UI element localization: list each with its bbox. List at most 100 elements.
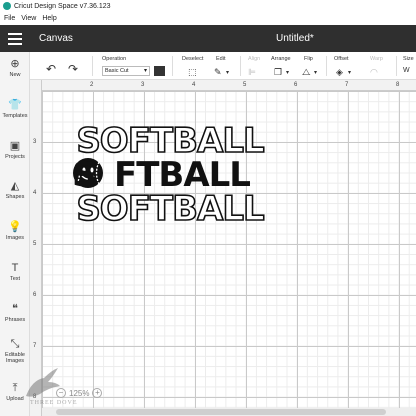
warp-icon[interactable]: ◠	[370, 67, 378, 78]
toolbar-divider	[172, 56, 173, 76]
ruler-tick-label: 4	[192, 82, 196, 88]
align-label: Align	[248, 56, 261, 62]
phrases-icon: ❝	[12, 303, 18, 315]
sidebar-item-projects[interactable]: ▣ Projects	[0, 140, 30, 160]
zoom-out-button[interactable]: −	[56, 388, 66, 398]
document-title[interactable]: Untitled*	[276, 33, 314, 44]
app-header: Canvas Untitled*	[0, 25, 416, 52]
chevron-down-icon: ▾	[143, 68, 147, 74]
arrange-group: Arrange	[271, 56, 291, 64]
size-label: Size	[403, 56, 414, 62]
flip-group: Flip	[304, 56, 313, 64]
sidebar-item-editable-images[interactable]: ⤡ Editable Images	[0, 338, 30, 364]
app-logo-icon	[3, 2, 11, 10]
ruler-tick-label: 4	[33, 190, 37, 196]
arrange-label: Arrange	[271, 56, 291, 62]
window-title: Cricut Design Space v7.36.123	[14, 2, 111, 10]
flip-chevron-icon[interactable]: ▾	[314, 69, 317, 76]
deselect-icon[interactable]: ⬚	[188, 67, 197, 78]
title-bar: Cricut Design Space v7.36.123	[0, 0, 416, 12]
ruler-tick-label: 8	[396, 82, 400, 88]
menu-bar: File View Help	[0, 12, 416, 24]
align-icon[interactable]: ⊫	[248, 67, 256, 78]
editable-images-icon: ⤡	[10, 338, 20, 350]
operation-label: Operation	[102, 56, 127, 62]
ruler-tick-label: 5	[243, 82, 247, 88]
ruler-tick-label: 7	[33, 343, 37, 349]
sidebar-item-shapes[interactable]: ◭ Shapes	[0, 180, 30, 200]
offset-icon[interactable]: ◈	[336, 67, 343, 78]
offset-label: Offset	[334, 56, 349, 62]
toolbar-divider	[326, 56, 327, 76]
text-icon: T	[11, 262, 19, 274]
zoom-controls: − 125% +	[56, 388, 103, 398]
ruler-tick-label: 7	[345, 82, 349, 88]
shapes-icon: ◭	[10, 180, 20, 192]
ruler-tick-label: 5	[33, 241, 37, 247]
hamburger-menu-icon[interactable]	[0, 25, 30, 52]
size-group: Size	[403, 56, 414, 64]
redo-icon[interactable]: ↷	[68, 62, 78, 76]
offset-group: Offset	[334, 56, 349, 64]
sidebar-item-label: Shapes	[5, 194, 25, 200]
warp-group: Warp	[370, 56, 383, 64]
sidebar-item-text[interactable]: T Text	[0, 262, 30, 282]
operation-color-swatch[interactable]	[154, 66, 165, 76]
size-w-icon[interactable]: W	[403, 67, 410, 74]
sidebar-item-templates[interactable]: 👕 Templates	[0, 99, 30, 119]
watermark-text: THREE DOVE	[30, 400, 78, 406]
sidebar-item-label: Templates	[2, 113, 28, 119]
menu-file[interactable]: File	[4, 15, 15, 22]
sidebar-item-new[interactable]: ⊕ New	[0, 58, 30, 78]
horizontal-scrollbar[interactable]	[42, 408, 416, 416]
align-group: Align	[248, 56, 260, 64]
ruler-tick-label: 6	[294, 82, 298, 88]
edit-group: Edit	[216, 56, 225, 64]
horizontal-ruler: 2 3 4 5 6 7 8	[42, 80, 416, 91]
sidebar-item-images[interactable]: 💡 Images	[0, 221, 30, 241]
menu-view[interactable]: View	[21, 15, 36, 22]
sidebar-item-phrases[interactable]: ❝ Phrases	[0, 303, 30, 323]
ruler-tick-label: 3	[141, 82, 145, 88]
deselect-label: Deselect	[182, 56, 204, 62]
toolbar-divider	[240, 56, 241, 76]
softball-design-artwork: SOFTBALL S FTBALL SOFTBALL	[72, 120, 266, 230]
arrange-chevron-icon[interactable]: ▾	[286, 69, 289, 76]
edit-pen-icon[interactable]: ✎	[214, 67, 222, 78]
operation-select[interactable]: Basic Cut ▾	[102, 66, 150, 76]
edit-toolbar: ↶ ↷ Operation Basic Cut ▾ Deselect ⬚ Edi…	[30, 52, 416, 80]
offset-chevron-icon[interactable]: ▾	[348, 69, 351, 76]
sidebar-item-label: Images	[5, 235, 25, 241]
section-title: Canvas	[39, 33, 73, 44]
edit-label: Edit	[216, 56, 226, 62]
sidebar-item-label: Projects	[5, 154, 25, 160]
plus-circle-icon: ⊕	[10, 58, 20, 70]
edit-chevron-icon[interactable]: ▾	[226, 69, 229, 76]
menu-help[interactable]: Help	[42, 15, 56, 22]
deselect-group: Deselect	[182, 56, 203, 64]
zoom-in-button[interactable]: +	[92, 388, 103, 398]
zoom-level: 125%	[69, 388, 90, 398]
projects-icon: ▣	[9, 140, 21, 152]
sidebar-item-label: Phrases	[4, 317, 26, 323]
arrange-icon[interactable]: ❐	[274, 67, 282, 78]
warp-label: Warp	[370, 56, 383, 62]
scrollbar-thumb[interactable]	[56, 409, 386, 415]
flip-icon[interactable]: ⧍	[302, 67, 310, 78]
left-sidebar: ⊕ New 👕 Templates ▣ Projects ◭ Shapes 💡 …	[0, 52, 30, 416]
shirt-icon: 👕	[8, 99, 22, 111]
ruler-tick-label: 3	[33, 139, 37, 145]
operation-value: Basic Cut	[105, 68, 129, 74]
ruler-tick-label: 6	[33, 292, 37, 298]
design-line-3: SOFTBALL	[76, 189, 264, 229]
flip-label: Flip	[304, 56, 313, 62]
sidebar-item-label: New	[9, 72, 21, 78]
operation-group: Operation	[102, 56, 126, 64]
toolbar-divider	[92, 56, 93, 76]
ruler-tick-label: 2	[90, 82, 94, 88]
softball-design[interactable]: SOFTBALL S FTBALL SOFTBALL	[70, 120, 270, 230]
undo-icon[interactable]: ↶	[46, 62, 56, 76]
sidebar-item-label: Text	[9, 276, 21, 282]
toolbar-divider	[396, 56, 397, 76]
sidebar-item-label: Editable Images	[5, 352, 25, 364]
